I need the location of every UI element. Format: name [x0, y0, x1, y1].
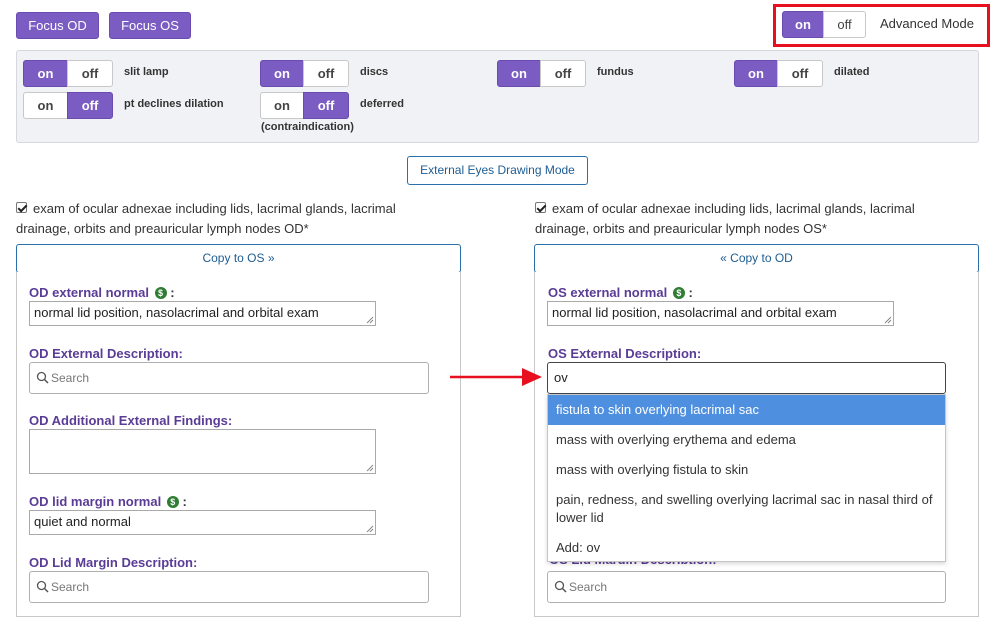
resize-handle-icon[interactable]	[366, 525, 374, 533]
od-external-normal-label: OD external normal $ :	[29, 285, 175, 300]
od-external-description-placeholder: Search	[51, 371, 90, 385]
deferred-on-button[interactable]: on	[260, 92, 304, 119]
os-external-normal-label-text: OS external normal	[548, 285, 668, 300]
os-external-description-value: ov	[554, 370, 568, 385]
os-lid-margin-description-placeholder: Search	[569, 580, 608, 594]
od-lid-margin-normal-label: OD lid margin normal $ :	[29, 494, 187, 509]
deferred-off-button[interactable]: off	[303, 92, 349, 119]
focus-os-button[interactable]: Focus OS	[109, 12, 191, 39]
dollar-icon: $	[672, 287, 685, 299]
os-exam-text-line1: exam of ocular adnexae including lids, l…	[552, 201, 915, 216]
external-eyes-drawing-mode-button[interactable]: External Eyes Drawing Mode	[407, 156, 588, 185]
resize-handle-icon[interactable]	[366, 464, 374, 472]
slit-lamp-off-button[interactable]: off	[67, 60, 113, 87]
label-colon: :	[688, 285, 693, 300]
slit-lamp-label: slit lamp	[124, 66, 169, 78]
dollar-icon: $	[166, 496, 179, 508]
copy-to-os-button[interactable]: Copy to OS »	[16, 244, 461, 273]
dropdown-option[interactable]: pain, redness, and swelling overlying la…	[548, 485, 945, 533]
label-colon: :	[182, 494, 187, 509]
os-external-description-label: OS External Description:	[548, 346, 702, 361]
label-colon: :	[170, 285, 175, 300]
slit-lamp-toggle[interactable]: on off	[23, 60, 113, 87]
dollar-icon: $	[154, 287, 167, 299]
focus-od-button[interactable]: Focus OD	[16, 12, 99, 39]
pt-declines-dilation-on-button[interactable]: on	[23, 92, 68, 119]
resize-handle-icon[interactable]	[366, 316, 374, 324]
os-external-normal-value: normal lid position, nasolacrimal and or…	[552, 305, 837, 320]
fundus-toggle[interactable]: on off	[497, 60, 586, 87]
fundus-off-button[interactable]: off	[540, 60, 586, 87]
os-exam-text: exam of ocular adnexae including lids, l…	[535, 199, 965, 239]
annotation-arrow-icon	[450, 368, 542, 386]
dropdown-option[interactable]: mass with overlying fistula to skin	[548, 455, 945, 485]
dilated-off-button[interactable]: off	[777, 60, 823, 87]
od-additional-findings-field[interactable]	[29, 429, 376, 474]
pt-declines-dilation-off-button[interactable]: off	[67, 92, 113, 119]
deferred-sublabel: (contraindication)	[261, 121, 354, 133]
advanced-mode-on-button[interactable]: on	[782, 11, 824, 38]
os-external-normal-label: OS external normal $ :	[548, 285, 693, 300]
fundus-label: fundus	[597, 66, 634, 78]
search-icon	[554, 580, 567, 593]
search-icon	[36, 580, 49, 593]
os-lid-margin-description-search[interactable]: Search	[547, 571, 946, 603]
dropdown-add-option[interactable]: Add: ov	[548, 533, 945, 563]
od-exam-text: exam of ocular adnexae including lids, l…	[16, 199, 446, 239]
discs-toggle[interactable]: on off	[260, 60, 349, 87]
os-external-description-dropdown[interactable]: fistula to skin overlying lacrimal sac m…	[547, 394, 946, 562]
dilated-on-button[interactable]: on	[734, 60, 778, 87]
os-external-normal-field[interactable]: normal lid position, nasolacrimal and or…	[547, 301, 894, 326]
dropdown-option[interactable]: mass with overlying erythema and edema	[548, 425, 945, 455]
advanced-mode-label: Advanced Mode	[880, 16, 974, 31]
od-lid-margin-description-placeholder: Search	[51, 580, 90, 594]
deferred-toggle[interactable]: on off	[260, 92, 349, 119]
od-lid-margin-normal-field[interactable]: quiet and normal	[29, 510, 376, 535]
dropdown-option[interactable]: fistula to skin overlying lacrimal sac	[548, 395, 945, 425]
copy-to-od-button[interactable]: « Copy to OD	[534, 244, 979, 273]
od-exam-text-line2: drainage, orbits and preauricular lymph …	[16, 221, 309, 236]
resize-handle-icon[interactable]	[884, 316, 892, 324]
od-external-normal-value: normal lid position, nasolacrimal and or…	[34, 305, 319, 320]
fundus-on-button[interactable]: on	[497, 60, 541, 87]
os-exam-text-line2: drainage, orbits and preauricular lymph …	[535, 221, 827, 236]
discs-off-button[interactable]: off	[303, 60, 349, 87]
discs-label: discs	[360, 66, 389, 78]
advanced-mode-toggle[interactable]: on off	[782, 11, 866, 38]
od-external-description-label: OD External Description:	[29, 346, 183, 361]
od-lid-margin-normal-label-text: OD lid margin normal	[29, 494, 162, 509]
od-lid-margin-normal-value: quiet and normal	[34, 514, 131, 529]
pt-declines-dilation-toggle[interactable]: on off	[23, 92, 113, 119]
od-external-normal-label-text: OD external normal	[29, 285, 149, 300]
pt-declines-dilation-label: pt declines dilation	[124, 98, 224, 110]
od-lid-margin-description-search[interactable]: Search	[29, 571, 429, 603]
advanced-mode-off-button[interactable]: off	[823, 11, 866, 38]
discs-on-button[interactable]: on	[260, 60, 304, 87]
search-icon	[36, 371, 49, 384]
od-exam-text-line1: exam of ocular adnexae including lids, l…	[33, 201, 396, 216]
slit-lamp-on-button[interactable]: on	[23, 60, 68, 87]
od-lid-margin-description-label: OD Lid Margin Description:	[29, 555, 198, 570]
deferred-label: deferred	[360, 98, 405, 110]
od-additional-findings-label: OD Additional External Findings:	[29, 413, 233, 428]
dilated-label: dilated	[834, 66, 870, 78]
od-external-description-search[interactable]: Search	[29, 362, 429, 394]
dilated-toggle[interactable]: on off	[734, 60, 823, 87]
od-external-normal-field[interactable]: normal lid position, nasolacrimal and or…	[29, 301, 376, 326]
os-external-description-input[interactable]: ov	[547, 362, 946, 394]
